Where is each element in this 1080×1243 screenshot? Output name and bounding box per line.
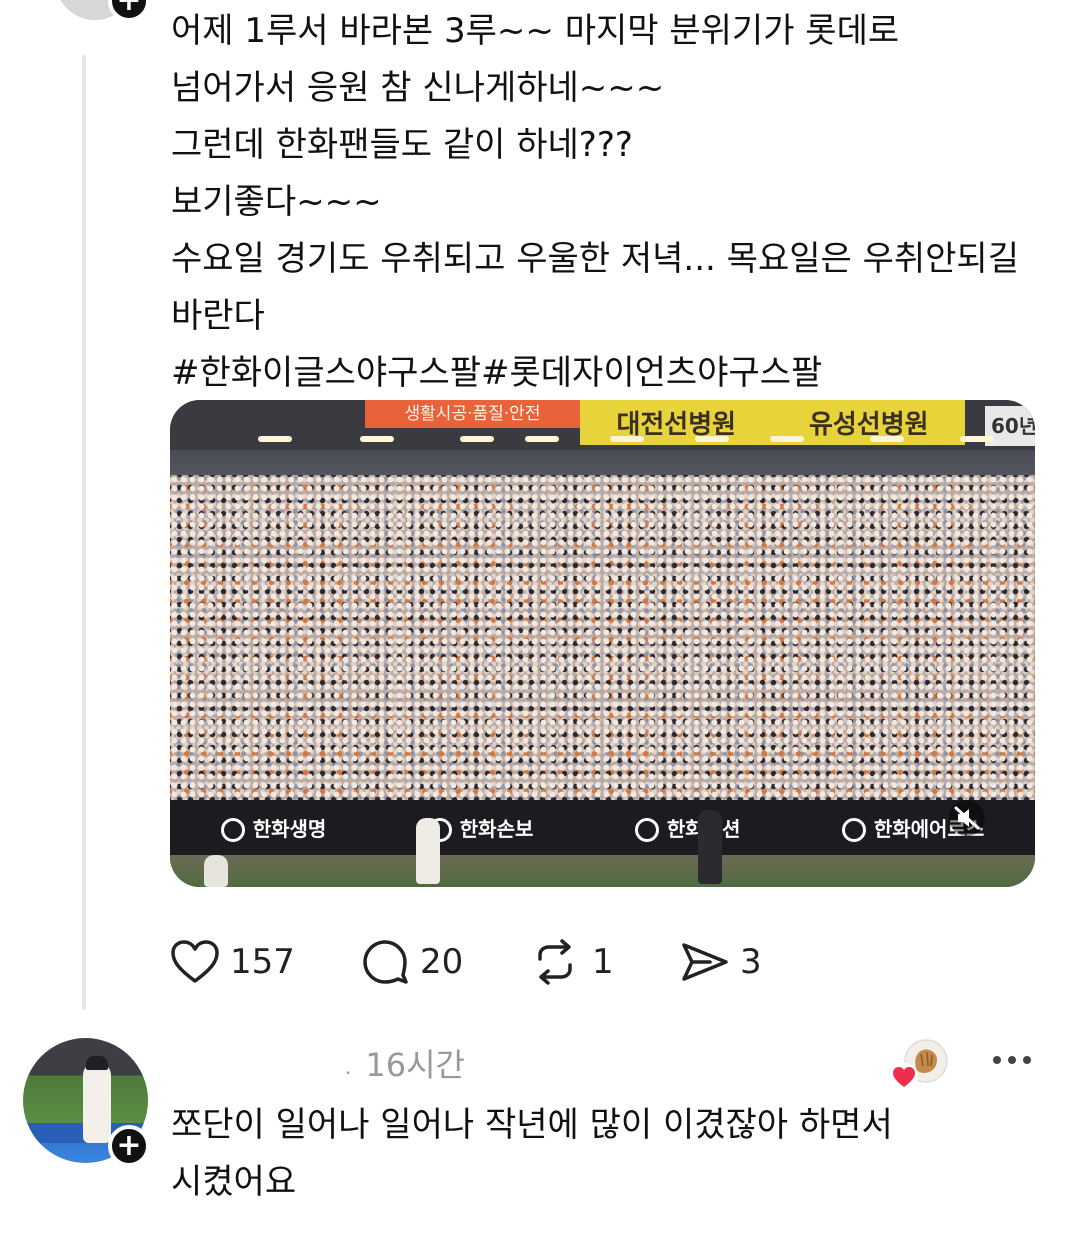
ad-text: 한화손보 <box>428 813 534 843</box>
avatar-detail <box>83 1063 111 1143</box>
stadium-lights <box>170 436 1035 456</box>
post-text-line: 수요일 경기도 우취되고 우울한 저녁... 목요일은 우취안되길 <box>171 239 1019 279</box>
share-icon <box>682 943 728 981</box>
player-figure <box>416 818 440 884</box>
post-text-line: 그런데 한화팬들도 같이 하네??? <box>171 125 633 165</box>
post-actions: 157 20 1 3 <box>170 932 870 992</box>
post-hashtags[interactable]: #한화이글스야구스팔#롯데자이언츠야구스팔 <box>171 345 1061 402</box>
reply-text-line: 시켰어요 <box>171 1162 297 1202</box>
mute-icon[interactable] <box>947 798 987 838</box>
post-video[interactable]: 생활시공·품질·안전 대전선병원 유성선병원 60년 한화생명 한화손보 한화오… <box>170 400 1035 887</box>
field <box>170 855 1035 887</box>
crowd <box>170 475 1035 805</box>
ad-text: 한화오션 <box>635 813 741 843</box>
more-icon[interactable] <box>990 1048 1034 1072</box>
like-button[interactable]: 157 <box>170 932 295 992</box>
post-text-line: 넘어가서 응원 참 신나게하네~~~ <box>171 68 665 108</box>
share-count: 3 <box>740 942 762 982</box>
ad-board: 한화생명 한화손보 한화오션 한화에어로스 <box>170 800 1035 855</box>
repost-icon <box>538 939 572 985</box>
post-text-line: 어제 1루서 바라본 3루~~ 마지막 분위기가 롯데로 <box>171 11 900 51</box>
follow-plus-button[interactable]: + <box>108 0 150 22</box>
ad-text: 한화생명 <box>221 813 327 843</box>
comment-count: 20 <box>420 942 464 982</box>
repost-button[interactable]: 1 <box>528 932 614 992</box>
reply-text-line: 쪼단이 일어나 일어나 작년에 많이 이겼잖아 하면서 <box>171 1105 893 1145</box>
thread-line <box>82 55 86 1010</box>
reply-meta: . 16시간 <box>345 1040 465 1086</box>
reply-time: 16시간 <box>365 1046 465 1084</box>
reply-dot: . <box>345 1055 352 1079</box>
reply-body: 쪼단이 일어나 일어나 작년에 많이 이겼잖아 하면서 시켰어요 <box>171 1097 1051 1211</box>
post-body: 어제 1루서 바라본 3루~~ 마지막 분위기가 롯데로 넘어가서 응원 참 신… <box>171 3 1061 402</box>
comment-icon <box>363 940 408 984</box>
avatar-detail <box>86 1056 108 1070</box>
like-count: 157 <box>230 942 295 982</box>
stadium-banner: 생활시공·품질·안전 <box>365 400 580 428</box>
repost-count: 1 <box>592 942 614 982</box>
comment-button[interactable]: 20 <box>360 932 463 992</box>
follow-plus-button[interactable]: + <box>108 1125 150 1167</box>
post-text-line: 보기좋다~~~ <box>171 182 382 222</box>
heart-icon <box>171 940 219 983</box>
player-figure <box>204 855 228 887</box>
heart-icon <box>890 1063 918 1091</box>
umpire-figure <box>698 810 722 884</box>
share-button[interactable]: 3 <box>680 932 762 992</box>
post-text-line: 바란다 <box>171 296 265 336</box>
